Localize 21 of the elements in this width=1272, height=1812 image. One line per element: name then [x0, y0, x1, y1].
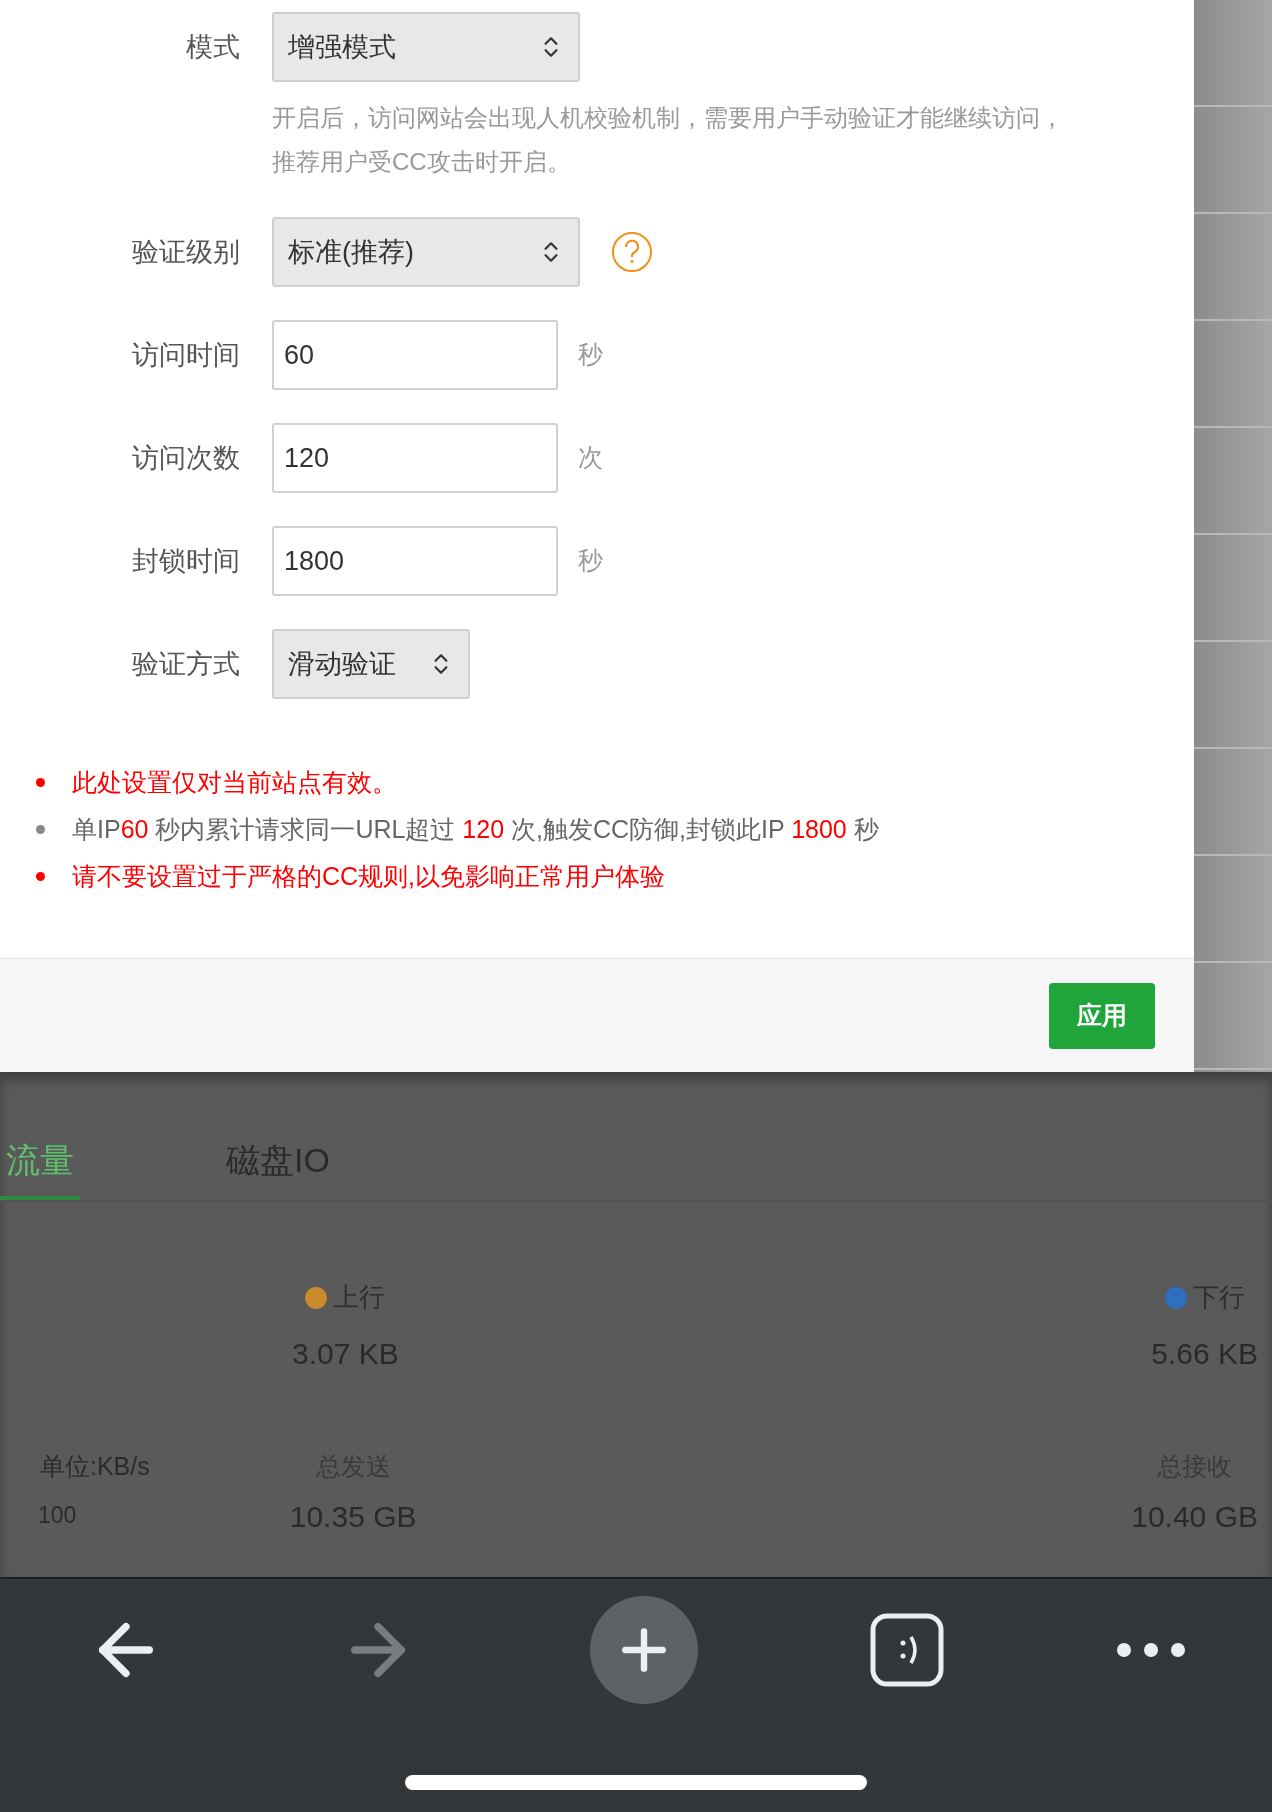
unit-label: 秒: [578, 545, 603, 577]
help-text: 开启后，访问网站会出现人机校验机制，需要用户手动验证才能继续访问，推荐用户受CC攻击时开启。: [272, 103, 1065, 177]
input-field[interactable]: 120: [272, 423, 558, 493]
input-field[interactable]: 1800: [272, 526, 558, 596]
select-dropdown[interactable]: 标准(推荐): [272, 217, 580, 287]
select-dropdown[interactable]: 增强模式: [272, 12, 580, 82]
select-dropdown[interactable]: 滑动验证: [272, 629, 470, 699]
note-text: 此处设置仅对当前站点有效。: [72, 767, 397, 797]
unit-label: 次: [578, 442, 603, 474]
more-dots-icon[interactable]: [1116, 1642, 1186, 1658]
note-text: 请不要设置过于严格的CC规则,以免影响正常用户体验: [72, 861, 666, 891]
field-label: 模式: [185, 30, 240, 64]
field-label: 封锁时间: [131, 544, 240, 578]
field-label: 访问次数: [131, 441, 240, 475]
smiley-square-icon[interactable]: [870, 1613, 944, 1687]
field-label: 验证级别: [131, 235, 240, 269]
note-text: 单IP60 秒内累计请求同一URL超过 120 次,触发CC防御,封锁此IP 1800 秒: [72, 814, 879, 844]
field-label: 验证方式: [131, 647, 240, 681]
field-label: 访问时间: [131, 338, 240, 372]
unit-label: 秒: [578, 339, 603, 371]
input-field[interactable]: 60: [272, 320, 558, 390]
